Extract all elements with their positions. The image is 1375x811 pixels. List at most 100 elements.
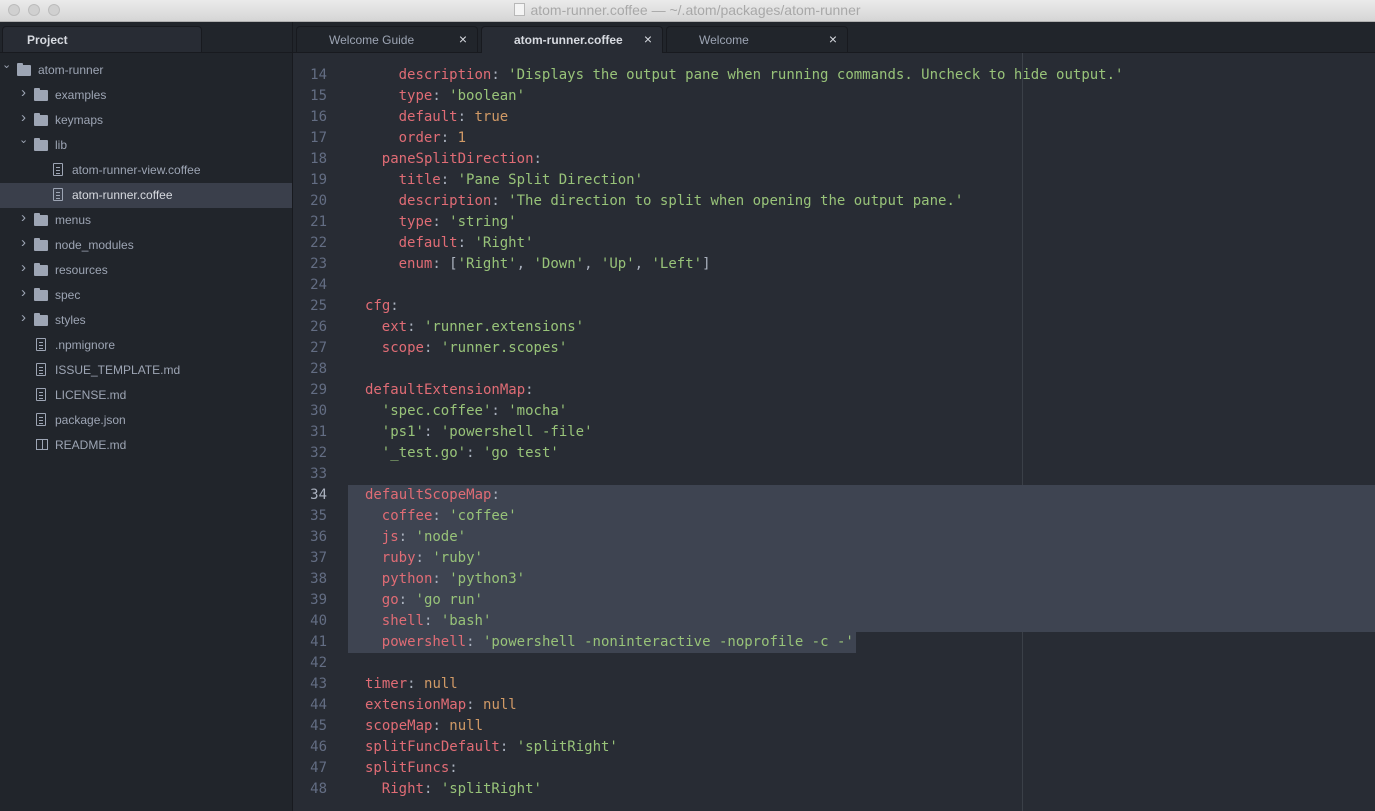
code-line[interactable]: 47 splitFuncs:: [293, 758, 1375, 779]
window-title-text: atom-runner.coffee — ~/.atom/packages/at…: [530, 2, 861, 18]
line-number: 34: [310, 487, 327, 503]
line-number: 27: [310, 340, 327, 356]
code-content: default: 'Right': [399, 233, 534, 254]
code-line[interactable]: 30 'spec.coffee': 'mocha': [293, 401, 1375, 422]
code-token: ext: [381, 319, 408, 335]
code-line[interactable]: 40 shell: 'bash': [293, 611, 1375, 632]
folder-icon: [17, 63, 31, 76]
tree-file[interactable]: atom-runner-view.coffee: [0, 158, 292, 183]
editor-tab[interactable]: Welcome Guide ×: [296, 26, 478, 52]
chevron-right-icon[interactable]: ›: [21, 235, 31, 250]
tab-project-label: Project: [27, 33, 68, 47]
code-line[interactable]: 43 timer: null: [293, 674, 1375, 695]
tree-folder[interactable]: ⌄ atom-runner: [0, 58, 292, 83]
code-content: cfg:: [365, 296, 399, 317]
code-line[interactable]: 24: [293, 275, 1375, 296]
code-line[interactable]: 33: [293, 464, 1375, 485]
code-line[interactable]: 42: [293, 653, 1375, 674]
tree-folder[interactable]: › node_modules: [0, 233, 292, 258]
code-line[interactable]: 34 defaultScopeMap:: [293, 485, 1375, 506]
code-line[interactable]: 16 default: true: [293, 107, 1375, 128]
tree-item-label: lib: [55, 138, 68, 152]
code-line[interactable]: 31 'ps1': 'powershell -file': [293, 422, 1375, 443]
line-number: 46: [310, 739, 327, 755]
chevron-right-icon[interactable]: ›: [21, 260, 31, 275]
tree-file[interactable]: atom-runner.coffee: [0, 183, 292, 208]
code-token: 'Down': [533, 256, 585, 272]
code-token: go: [381, 592, 399, 608]
code-line[interactable]: 38 python: 'python3': [293, 569, 1375, 590]
close-tab-icon[interactable]: ×: [644, 31, 652, 47]
code-token: :: [432, 214, 450, 230]
tree-folder[interactable]: › keymaps: [0, 108, 292, 133]
line-number: 33: [310, 466, 327, 482]
tree-folder[interactable]: › menus: [0, 208, 292, 233]
code-content: description: 'Displays the output pane w…: [399, 65, 1124, 86]
code-line[interactable]: 36 js: 'node': [293, 527, 1375, 548]
code-token: : [: [432, 256, 458, 272]
code-token: :: [398, 529, 416, 545]
code-line[interactable]: 45 scopeMap: null: [293, 716, 1375, 737]
code-line[interactable]: 18 paneSplitDirection:: [293, 149, 1375, 170]
code-line[interactable]: 26 ext: 'runner.extensions': [293, 317, 1375, 338]
tree-file[interactable]: package.json: [0, 408, 292, 433]
code-line[interactable]: 28: [293, 359, 1375, 380]
tree-file[interactable]: LICENSE.md: [0, 383, 292, 408]
code-content: ext: 'runner.extensions': [382, 317, 584, 338]
chevron-right-icon[interactable]: ›: [21, 310, 31, 325]
code-line[interactable]: 48 Right: 'splitRight': [293, 779, 1375, 800]
tree-folder[interactable]: › resources: [0, 258, 292, 283]
code-editor[interactable]: 14 description: 'Displays the output pane…: [293, 53, 1375, 811]
code-content: scope: 'runner.scopes': [382, 338, 567, 359]
tree-file[interactable]: README.md: [0, 433, 292, 458]
code-line[interactable]: 17 order: 1: [293, 128, 1375, 149]
code-line[interactable]: 29 defaultExtensionMap:: [293, 380, 1375, 401]
line-number: 24: [310, 277, 327, 293]
chevron-right-icon[interactable]: ›: [21, 210, 31, 225]
tree-file[interactable]: .npmignore: [0, 333, 292, 358]
code-line[interactable]: 14 description: 'Displays the output pane…: [293, 65, 1375, 86]
code-line[interactable]: 22 default: 'Right': [293, 233, 1375, 254]
chevron-right-icon[interactable]: ›: [21, 85, 31, 100]
tree-folder[interactable]: › spec: [0, 283, 292, 308]
editor-tab[interactable]: Welcome ×: [666, 26, 848, 52]
tab-project[interactable]: Project: [2, 26, 202, 52]
close-tab-icon[interactable]: ×: [829, 31, 837, 47]
code-line[interactable]: 35 coffee: 'coffee': [293, 506, 1375, 527]
code-line[interactable]: 20 description: 'The direction to split w…: [293, 191, 1375, 212]
code-line[interactable]: 27 scope: 'runner.scopes': [293, 338, 1375, 359]
editor-tab[interactable]: atom-runner.coffee ×: [481, 26, 663, 53]
code-line[interactable]: 25 cfg:: [293, 296, 1375, 317]
code-line[interactable]: 21 type: 'string': [293, 212, 1375, 233]
folder-icon: [34, 113, 48, 126]
tree-folder[interactable]: ⌄ lib: [0, 133, 292, 158]
line-number: 36: [310, 529, 327, 545]
line-number: 45: [310, 718, 327, 734]
code-content: python: 'python3': [382, 569, 525, 590]
chevron-right-icon[interactable]: ›: [21, 285, 31, 300]
tree-file[interactable]: ISSUE_TEMPLATE.md: [0, 358, 292, 383]
code-line[interactable]: 15 type: 'boolean': [293, 86, 1375, 107]
tree-item-label: node_modules: [55, 238, 134, 252]
chevron-down-icon[interactable]: ⌄: [19, 134, 29, 146]
code-line[interactable]: 19 title: 'Pane Split Direction': [293, 170, 1375, 191]
file-text-icon: [53, 188, 63, 201]
code-line[interactable]: 41 powershell: 'powershell -noninteractiv…: [293, 632, 1375, 653]
chevron-down-icon[interactable]: ⌄: [2, 59, 12, 71]
code-token: 'go run': [415, 592, 483, 608]
line-number: 19: [310, 172, 327, 188]
code-token: ruby: [381, 550, 416, 566]
tree-folder[interactable]: › styles: [0, 308, 292, 333]
code-token: 'spec.coffee': [381, 403, 492, 419]
code-line[interactable]: 39 go: 'go run': [293, 590, 1375, 611]
code-token: :: [407, 676, 425, 692]
tree-folder[interactable]: › examples: [0, 83, 292, 108]
code-line[interactable]: 37 ruby: 'ruby': [293, 548, 1375, 569]
code-line[interactable]: 46 splitFuncDefault: 'splitRight': [293, 737, 1375, 758]
code-line[interactable]: 23 enum: ['Right', 'Down', 'Up', 'Left']: [293, 254, 1375, 275]
code-line[interactable]: 32 '_test.go': 'go test': [293, 443, 1375, 464]
code-line[interactable]: 44 extensionMap: null: [293, 695, 1375, 716]
chevron-right-icon[interactable]: ›: [21, 110, 31, 125]
line-number: 25: [310, 298, 327, 314]
close-tab-icon[interactable]: ×: [459, 31, 467, 47]
